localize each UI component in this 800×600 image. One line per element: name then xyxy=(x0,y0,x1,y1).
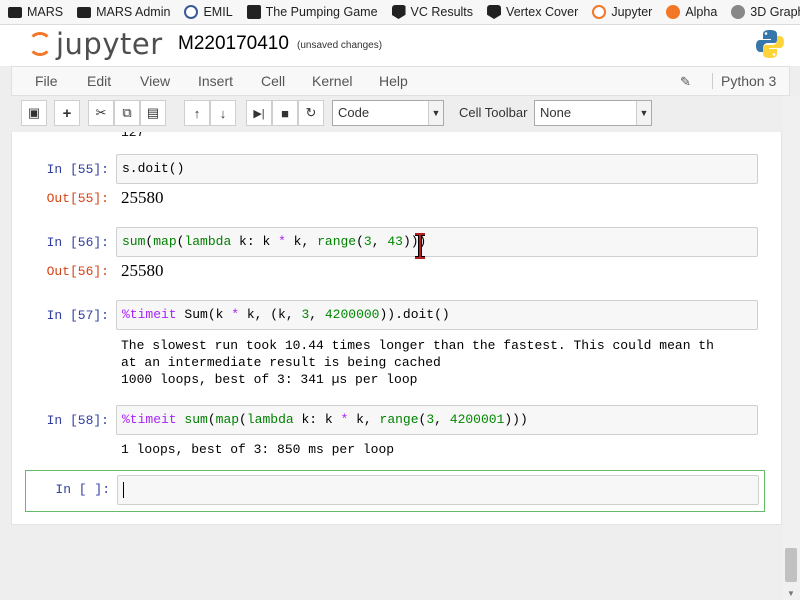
bookmark-jupyter[interactable]: Jupyter xyxy=(592,5,652,19)
stop-icon: ■ xyxy=(281,105,289,121)
in-prompt: In [ ]: xyxy=(55,482,110,497)
notebook-name[interactable]: M220170410 xyxy=(178,33,289,55)
bookmarks-bar: MARS MARS Admin EMIL The Pumping Game VC… xyxy=(0,0,800,25)
step-forward-icon: ▶| xyxy=(253,107,265,120)
kernel-indicator: Python 3 xyxy=(712,73,776,89)
bookmark-vc-results[interactable]: VC Results xyxy=(391,5,473,19)
menu-insert[interactable]: Insert xyxy=(198,73,233,89)
edit-pencil-icon[interactable]: ✎ xyxy=(680,74,691,90)
python-logo-icon xyxy=(756,30,784,58)
code-input[interactable]: s.doit() xyxy=(116,154,758,184)
folder-icon xyxy=(77,6,92,18)
toolbar: ▣ + ✂ ⧉ ▤ ↑ ↓ ▶| ■ ↻ Code ▼ Cell Toolbar… xyxy=(11,100,790,128)
code-input[interactable]: %timeit Sum(k * k, (k, 3, 4200000)).doit… xyxy=(116,300,758,330)
cell-output: 1 loops, best of 3: 850 ms per loop xyxy=(121,442,395,457)
chevron-down-icon: ▼ xyxy=(636,101,651,125)
cell-output: 25580 xyxy=(121,261,164,280)
copy-button[interactable]: ⧉ xyxy=(114,100,140,126)
bookmark-mars-admin[interactable]: MARS Admin xyxy=(77,5,170,19)
out-prompt: Out[56]: xyxy=(46,264,109,279)
restart-button[interactable]: ↻ xyxy=(298,100,324,126)
insert-cell-button[interactable]: + xyxy=(54,100,80,126)
bookmark-emil[interactable]: EMIL xyxy=(184,5,233,19)
move-up-button[interactable]: ↑ xyxy=(184,100,210,126)
bookmark-pumping-game[interactable]: The Pumping Game xyxy=(246,5,378,19)
cell-output: 25580 xyxy=(121,188,164,207)
save-status: (unsaved changes) xyxy=(297,40,383,51)
cell-output: The slowest run took 10.44 times longer … xyxy=(121,338,714,387)
folder-icon xyxy=(8,6,22,18)
out-prompt: Out[55]: xyxy=(46,191,109,206)
jupyter-logo[interactable]: jupyter xyxy=(28,27,163,61)
cell-type-select[interactable]: Code ▼ xyxy=(332,100,444,126)
cell-toolbar-select[interactable]: None ▼ xyxy=(534,100,652,126)
in-prompt: In [57]: xyxy=(46,308,109,323)
notebook-container: 127 In [55]: s.doit() Out[55]: 25580 In … xyxy=(11,132,782,525)
code-input-active[interactable] xyxy=(117,475,759,505)
scissors-icon: ✂ xyxy=(95,105,107,120)
in-prompt: In [58]: xyxy=(46,413,109,428)
cell-toolbar-label: Cell Toolbar xyxy=(459,105,528,120)
menu-file[interactable]: File xyxy=(35,73,58,89)
text-caret xyxy=(123,481,124,498)
menubar: File Edit View Insert Cell Kernel Help ✎… xyxy=(11,66,790,96)
in-prompt: In [56]: xyxy=(46,235,109,250)
jupyter-logo-icon xyxy=(28,32,52,56)
arrow-up-icon: ↑ xyxy=(193,105,201,121)
refresh-icon: ↻ xyxy=(305,105,317,120)
alpha-icon xyxy=(666,5,681,19)
selected-cell[interactable]: In [ ]: xyxy=(25,470,765,512)
run-button[interactable]: ▶| xyxy=(246,100,272,126)
page-scrollbar[interactable]: ▼ xyxy=(783,96,800,600)
menu-view[interactable]: View xyxy=(140,73,170,89)
scrollbar-thumb[interactable] xyxy=(785,548,797,582)
scroll-down-icon[interactable]: ▼ xyxy=(787,589,795,598)
vc-icon xyxy=(391,5,406,19)
paste-icon: ▤ xyxy=(146,105,160,120)
copy-icon: ⧉ xyxy=(122,105,132,120)
chevron-down-icon: ▼ xyxy=(428,101,443,125)
cut-button[interactable]: ✂ xyxy=(88,100,114,126)
text-cursor-icon xyxy=(415,233,425,259)
game-icon xyxy=(246,5,261,19)
in-prompt: In [55]: xyxy=(46,162,109,177)
menu-help[interactable]: Help xyxy=(379,73,408,89)
grapher-icon xyxy=(731,5,746,19)
menu-cell[interactable]: Cell xyxy=(261,73,285,89)
bookmark-vertex-cover[interactable]: Vertex Cover xyxy=(487,5,578,19)
save-button[interactable]: ▣ xyxy=(21,100,47,126)
save-icon: ▣ xyxy=(27,105,41,120)
notebook-header: jupyter M220170410 (unsaved changes) xyxy=(0,25,800,66)
vc-icon xyxy=(487,5,502,19)
menu-kernel[interactable]: Kernel xyxy=(312,73,352,89)
code-input[interactable]: %timeit sum(map(lambda k: k * k, range(3… xyxy=(116,405,758,435)
paste-button[interactable]: ▤ xyxy=(140,100,166,126)
move-down-button[interactable]: ↓ xyxy=(210,100,236,126)
interrupt-button[interactable]: ■ xyxy=(272,100,298,126)
bookmark-mars[interactable]: MARS xyxy=(8,5,63,19)
bookmark-alpha[interactable]: Alpha xyxy=(666,5,717,19)
truncated-output: 127 xyxy=(121,132,145,140)
menu-edit[interactable]: Edit xyxy=(87,73,111,89)
jupyter-icon xyxy=(592,5,607,19)
plus-icon: + xyxy=(62,104,72,122)
emil-icon xyxy=(184,5,199,19)
bookmark-3d-grapher[interactable]: 3D Grapher xyxy=(731,5,800,19)
code-input[interactable]: sum(map(lambda k: k * k, range(3, 43))) xyxy=(116,227,758,257)
arrow-down-icon: ↓ xyxy=(219,105,227,121)
